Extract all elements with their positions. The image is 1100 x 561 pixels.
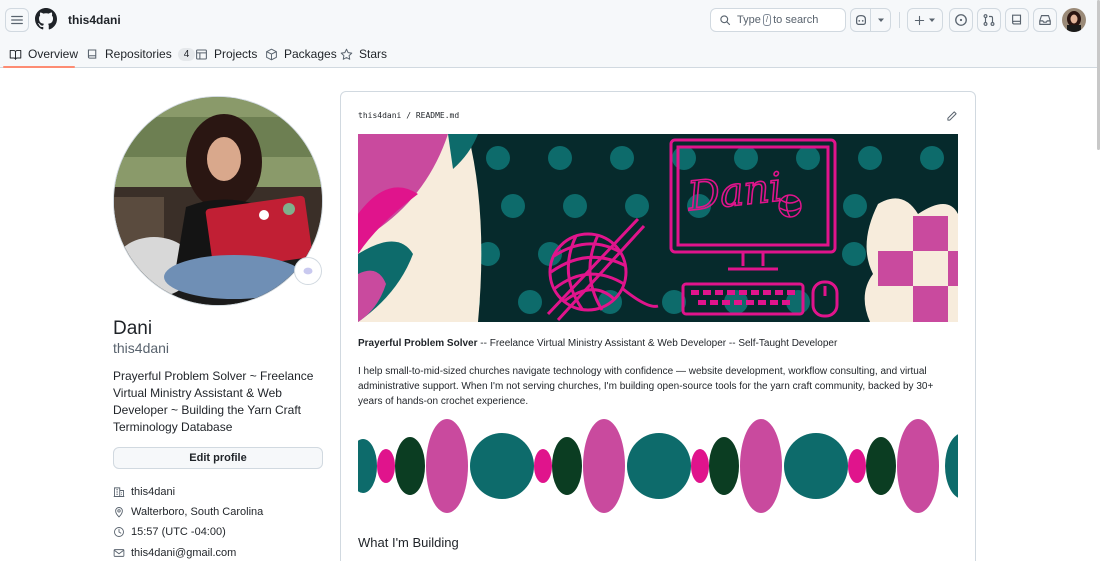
search-prefix: Type [737, 14, 761, 26]
readme-path-owner[interactable]: this4dani [358, 111, 401, 120]
readme-divider-image [358, 418, 958, 514]
email-text: this4dani@gmail.com [131, 547, 237, 559]
tab-stars-label: Stars [359, 47, 388, 61]
user-avatar[interactable] [1062, 8, 1086, 32]
smiley-icon [303, 267, 313, 275]
git-pull-request-icon [983, 14, 995, 26]
context-owner[interactable]: this4dani [68, 13, 121, 27]
tab-projects-label: Projects [214, 47, 258, 61]
clock-icon [114, 527, 124, 537]
hamburger-icon [11, 15, 23, 25]
search-suffix: to search [773, 14, 819, 26]
set-status-button[interactable] [294, 257, 322, 285]
repositories-count-badge: 4 [177, 47, 196, 61]
profile-bio: Prayerful Problem Solver ~ Freelance Vir… [113, 369, 314, 434]
tab-repositories-label: Repositories [105, 47, 172, 61]
tab-stars[interactable]: Stars [340, 40, 387, 68]
local-time-text: 15:57 (UTC -04:00) [131, 526, 226, 538]
readme-section-heading: What I'm Building [358, 535, 459, 550]
book-icon [9, 49, 22, 60]
tab-overview[interactable]: Overview [9, 40, 78, 68]
profile-photo [114, 97, 322, 305]
search-icon [720, 15, 731, 26]
triangle-down-icon [877, 18, 884, 22]
menu-button[interactable] [5, 8, 29, 32]
organization-icon [113, 487, 125, 497]
star-icon [340, 48, 353, 60]
profile-avatar[interactable] [113, 96, 323, 306]
readme-path: this4dani / README.md [358, 111, 459, 120]
readme-banner-image: Dani [358, 134, 958, 322]
plus-icon [914, 15, 925, 25]
readme-path-file[interactable]: README.md [416, 111, 459, 120]
copilot-button[interactable] [851, 9, 870, 31]
readme-path-separator: / [406, 111, 412, 120]
copilot-button-group [850, 8, 891, 32]
pencil-icon[interactable] [946, 110, 958, 122]
package-icon [266, 48, 277, 60]
notifications-button[interactable] [1033, 8, 1057, 32]
profile-organization[interactable]: this4dani [113, 484, 175, 500]
issue-opened-icon [955, 14, 967, 26]
location-text: Walterboro, South Carolina [131, 506, 264, 518]
tab-overview-label: Overview [28, 47, 79, 61]
copilot-icon [855, 15, 866, 25]
mail-icon [113, 549, 125, 557]
avatar-image [1062, 8, 1086, 32]
profile-readme: this4dani / README.md Dani Prayerful Pro… [340, 91, 976, 561]
edit-profile-button[interactable]: Edit profile [113, 447, 323, 469]
repositories-button[interactable] [1005, 8, 1029, 32]
create-new-button[interactable] [907, 8, 943, 32]
profile-email[interactable]: this4dani@gmail.com [113, 545, 236, 561]
readme-tagline: Prayerful Problem Solver -- Freelance Vi… [358, 338, 837, 349]
profile-display-name: Dani [113, 318, 153, 339]
top-bar: this4dani Type / to search [0, 0, 1100, 40]
tagline-rest: -- Freelance Virtual Ministry Assistant … [477, 338, 838, 349]
readme-intro: I help small-to-mid-sized churches navig… [358, 366, 934, 407]
github-logo-icon[interactable] [35, 8, 57, 30]
location-icon [115, 507, 123, 518]
issues-button[interactable] [949, 8, 973, 32]
repo-icon [87, 49, 97, 59]
header-divider [899, 12, 900, 28]
profile-username: this4dani [113, 340, 170, 356]
tab-projects[interactable]: Projects [195, 40, 257, 68]
app-header: this4dani Type / to search Overview Repo… [0, 0, 1100, 68]
profile-location: Walterboro, South Carolina [113, 504, 263, 520]
copilot-dropdown-button[interactable] [870, 9, 890, 31]
tab-packages[interactable]: Packages [265, 40, 337, 68]
tab-repositories[interactable]: Repositories 4 [86, 40, 196, 68]
tab-packages-label: Packages [284, 47, 337, 61]
pull-requests-button[interactable] [977, 8, 1001, 32]
table-icon [196, 49, 207, 59]
profile-local-time: 15:57 (UTC -04:00) [113, 524, 226, 540]
selected-tab-indicator [3, 66, 75, 68]
inbox-icon [1039, 15, 1051, 25]
repo-icon [1012, 14, 1022, 25]
organization-text: this4dani [131, 486, 176, 498]
profile-tabs: Overview Repositories 4 Projects Package… [0, 40, 1100, 68]
tagline-bold: Prayerful Problem Solver [358, 338, 478, 349]
triangle-down-icon [929, 18, 935, 22]
search-input[interactable]: Type / to search [710, 8, 846, 32]
search-shortcut-key: / [762, 14, 772, 26]
